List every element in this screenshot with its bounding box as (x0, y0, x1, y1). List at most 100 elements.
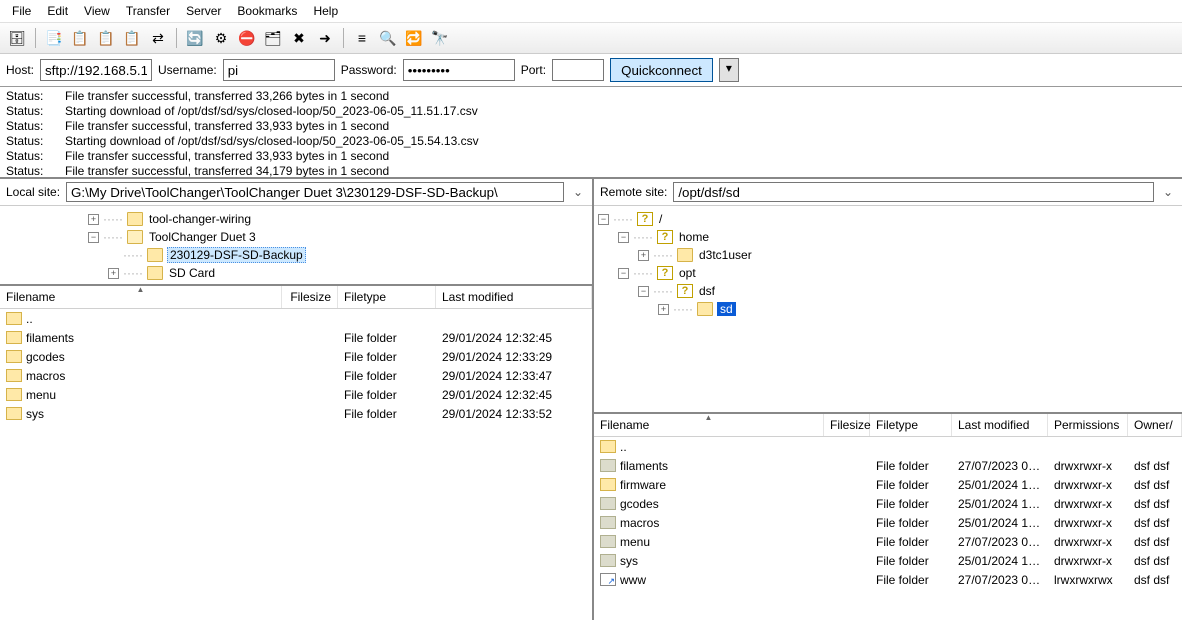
menu-transfer[interactable]: Transfer (118, 2, 178, 20)
menu-file[interactable]: File (4, 2, 39, 20)
tree-connector: ····· (123, 266, 143, 280)
local-file-list[interactable]: ▲Filename Filesize Filetype Last modifie… (0, 286, 592, 620)
remote-list-header[interactable]: ▲Filename Filesize Filetype Last modifie… (594, 414, 1182, 437)
tree-item[interactable]: −·····ToolChanger Duet 3 (0, 228, 592, 246)
tree-expander-icon[interactable]: + (108, 268, 119, 279)
refresh-icon[interactable]: 🔄 (184, 27, 206, 49)
col-filename[interactable]: ▲Filename (0, 286, 282, 308)
compare-icon[interactable]: 🔁 (403, 27, 425, 49)
site-manager-icon[interactable]: 🗄 (6, 27, 28, 49)
tree-expander-icon[interactable]: + (638, 250, 649, 261)
tree-connector: ····· (613, 212, 633, 226)
quickconnect-button[interactable]: Quickconnect (610, 58, 713, 82)
list-item[interactable]: sysFile folder29/01/2024 12:33:52 (0, 404, 592, 423)
tree-item[interactable]: −·····?home (594, 228, 1182, 246)
tree-label: dsf (697, 284, 717, 298)
tree-item[interactable]: −·····?opt (594, 264, 1182, 282)
col-filetype[interactable]: Filetype (338, 286, 436, 308)
list-item[interactable]: macrosFile folder29/01/2024 12:33:47 (0, 366, 592, 385)
col-filetype[interactable]: Filetype (870, 414, 952, 436)
list-item[interactable]: macrosFile folder25/01/2024 17:...drwxrw… (594, 513, 1182, 532)
sync-browse-icon[interactable]: ⇄ (147, 27, 169, 49)
tree-expander-icon[interactable]: + (658, 304, 669, 315)
log-entry: Status:File transfer successful, transfe… (6, 119, 1176, 134)
process-queue-icon[interactable]: ⚙ (210, 27, 232, 49)
tree-item[interactable]: +·····tool-changer-wiring (0, 210, 592, 228)
filter-icon[interactable]: ≡ (351, 27, 373, 49)
toggle-log-icon[interactable]: 📑 (43, 27, 65, 49)
col-filesize[interactable]: Filesize (824, 414, 870, 436)
list-item[interactable]: .. (594, 437, 1182, 456)
tree-expander-icon[interactable]: − (618, 268, 629, 279)
col-owner[interactable]: Owner/ (1128, 414, 1182, 436)
local-tree[interactable]: +·····tool-changer-wiring−·····ToolChang… (0, 206, 592, 286)
search-icon[interactable]: 🔍 (377, 27, 399, 49)
tree-item[interactable]: −·····?dsf (594, 282, 1182, 300)
remote-path-input[interactable] (673, 182, 1154, 202)
username-input[interactable] (223, 59, 335, 81)
tree-expander-icon[interactable]: − (88, 232, 99, 243)
list-item[interactable]: filamentsFile folder27/07/2023 09:...drw… (594, 456, 1182, 475)
local-path-input[interactable] (66, 182, 564, 202)
menu-server[interactable]: Server (178, 2, 229, 20)
tree-item[interactable]: +·····sd (594, 300, 1182, 318)
folder-icon (600, 459, 616, 472)
toggle-remote-tree-icon[interactable]: 📋 (95, 27, 117, 49)
col-filename[interactable]: ▲Filename (594, 414, 824, 436)
list-item[interactable]: sysFile folder25/01/2024 18:...drwxrwxr-… (594, 551, 1182, 570)
toggle-local-tree-icon[interactable]: 📋 (69, 27, 91, 49)
binoculars-icon[interactable]: 🔭 (429, 27, 451, 49)
quickconnect-history-dropdown[interactable]: ▾ (719, 58, 739, 82)
menu-view[interactable]: View (76, 2, 118, 20)
menu-edit[interactable]: Edit (39, 2, 76, 20)
chevron-down-icon[interactable]: ⌄ (570, 185, 586, 199)
cancel-icon[interactable]: ⛔ (236, 27, 258, 49)
col-permissions[interactable]: Permissions (1048, 414, 1128, 436)
skip-icon[interactable]: ➜ (314, 27, 336, 49)
tree-expander-icon[interactable]: − (618, 232, 629, 243)
list-item[interactable]: .. (0, 309, 592, 328)
remote-tree[interactable]: −·····?/−·····?home+·····d3tc1user−·····… (594, 206, 1182, 414)
col-filesize[interactable]: Filesize (282, 286, 338, 308)
file-name: menu (26, 388, 56, 402)
local-list-header[interactable]: ▲Filename Filesize Filetype Last modifie… (0, 286, 592, 309)
menu-help[interactable]: Help (305, 2, 346, 20)
local-path-bar: Local site: ⌄ (0, 179, 592, 206)
tree-expander-icon[interactable]: − (598, 214, 609, 225)
list-item[interactable]: firmwareFile folder25/01/2024 18:...drwx… (594, 475, 1182, 494)
folder-icon (600, 497, 616, 510)
toggle-queue-icon[interactable]: 📋 (121, 27, 143, 49)
toolbar-separator (176, 28, 177, 48)
disconnect-icon[interactable]: 🗂 (262, 27, 284, 49)
reconnect-icon[interactable]: ✖ (288, 27, 310, 49)
tree-connector: ····· (103, 212, 123, 226)
file-name: filaments (26, 331, 74, 345)
chevron-down-icon[interactable]: ⌄ (1160, 185, 1176, 199)
list-item[interactable]: gcodesFile folder25/01/2024 17:...drwxrw… (594, 494, 1182, 513)
tree-item[interactable]: +·····d3tc1user (594, 246, 1182, 264)
log-entry: Status:File transfer successful, transfe… (6, 164, 1176, 179)
tree-item[interactable]: + ····· SD Card (0, 264, 592, 282)
col-lastmodified[interactable]: Last modified (436, 286, 592, 308)
tree-label: d3tc1user (697, 248, 754, 262)
tree-expander-icon[interactable]: + (88, 214, 99, 225)
tree-label: SD Card (167, 266, 217, 280)
remote-file-list[interactable]: ▲Filename Filesize Filetype Last modifie… (594, 414, 1182, 620)
toolbar-separator (35, 28, 36, 48)
tree-item[interactable]: ·····230129-DSF-SD-Backup (0, 246, 592, 264)
col-lastmodified[interactable]: Last modified (952, 414, 1048, 436)
host-input[interactable] (40, 59, 152, 81)
tree-item[interactable]: −·····?/ (594, 210, 1182, 228)
file-type: File folder (338, 407, 436, 421)
tree-label: sd (717, 302, 736, 316)
message-log[interactable]: Status:File transfer successful, transfe… (0, 87, 1182, 179)
list-item[interactable]: menuFile folder27/07/2023 09:...drwxrwxr… (594, 532, 1182, 551)
list-item[interactable]: filamentsFile folder29/01/2024 12:32:45 (0, 328, 592, 347)
password-input[interactable] (403, 59, 515, 81)
port-input[interactable] (552, 59, 604, 81)
list-item[interactable]: gcodesFile folder29/01/2024 12:33:29 (0, 347, 592, 366)
list-item[interactable]: wwwFile folder27/07/2023 09:...lrwxrwxrw… (594, 570, 1182, 589)
menu-bookmarks[interactable]: Bookmarks (229, 2, 305, 20)
list-item[interactable]: menuFile folder29/01/2024 12:32:45 (0, 385, 592, 404)
tree-expander-icon[interactable]: − (638, 286, 649, 297)
